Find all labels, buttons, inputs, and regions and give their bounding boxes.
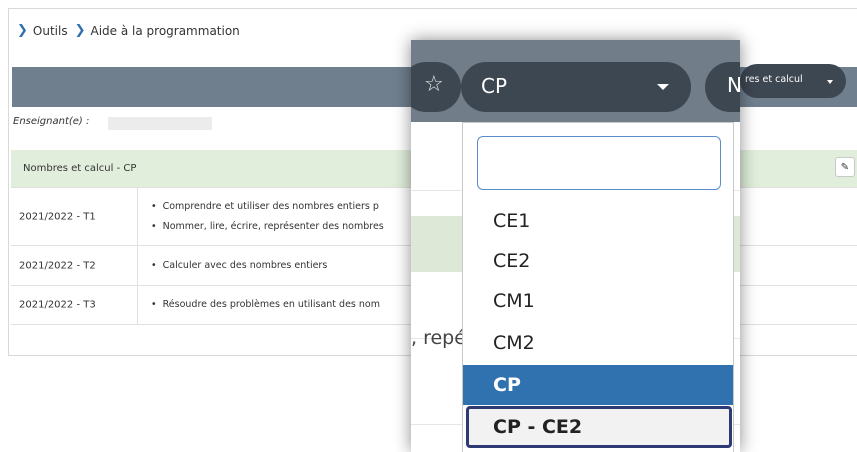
chevron-right-icon: ❯	[17, 23, 28, 38]
star-outline-icon: ☆	[424, 72, 444, 97]
objective-item: Calculer avec des nombres entiers	[151, 256, 328, 276]
page: ❯ Outils ❯ Aide à la programmation Ensei…	[0, 0, 857, 452]
dropdown-search-input[interactable]	[477, 136, 721, 190]
objective-item: Comprendre et utiliser des nombres entie…	[151, 197, 384, 217]
teacher-name-redacted	[108, 117, 212, 130]
objective-item: Nommer, lire, écrire, représenter des no…	[151, 217, 384, 237]
column-divider	[137, 188, 138, 245]
breadcrumb-aide-programmation[interactable]: Aide à la programmation	[91, 24, 240, 38]
period-cell: 2021/2022 - T2	[19, 260, 96, 271]
objectives-cell: Résoudre des problèmes en utilisant des …	[151, 295, 380, 315]
level-dropdown: CE1 CE2 CM1 CM2 CP CP - CE2	[462, 122, 734, 452]
edit-button[interactable]: ✎	[835, 157, 855, 177]
dropdown-option-cm2[interactable]: CM2	[463, 323, 733, 363]
objectives-cell: Comprendre et utiliser des nombres entie…	[151, 197, 384, 237]
caret-down-icon	[657, 84, 669, 90]
column-divider	[137, 246, 138, 285]
column-divider	[137, 286, 138, 324]
pencil-icon: ✎	[840, 161, 850, 173]
dropdown-option-cp[interactable]: CP	[463, 365, 733, 405]
dropdown-option-cm1[interactable]: CM1	[463, 281, 733, 321]
chevron-right-icon: ❯	[74, 23, 86, 38]
dropdown-option-ce2[interactable]: CE2	[463, 241, 733, 281]
objective-item: Résoudre des problèmes en utilisant des …	[151, 295, 380, 315]
teacher-label: Enseignant(e) :	[13, 116, 90, 127]
domain-select-zoomed-text: N	[727, 73, 740, 97]
period-cell: 2021/2022 - T1	[19, 211, 96, 222]
breadcrumb-outils[interactable]: Outils	[33, 24, 68, 38]
section-title: Nombres et calcul - CP	[23, 163, 137, 174]
objectives-cell: Calculer avec des nombres entiers	[151, 256, 328, 276]
level-select-value: CP	[481, 74, 508, 98]
zoomed-objective-snippet: , repé	[411, 327, 466, 349]
domain-select-value: res et calcul	[745, 74, 803, 85]
dropdown-option-ce1[interactable]: CE1	[463, 201, 733, 241]
caret-down-icon	[827, 80, 833, 84]
period-cell: 2021/2022 - T3	[19, 299, 96, 311]
dropdown-option-cp-ce2[interactable]: CP - CE2	[466, 406, 732, 448]
